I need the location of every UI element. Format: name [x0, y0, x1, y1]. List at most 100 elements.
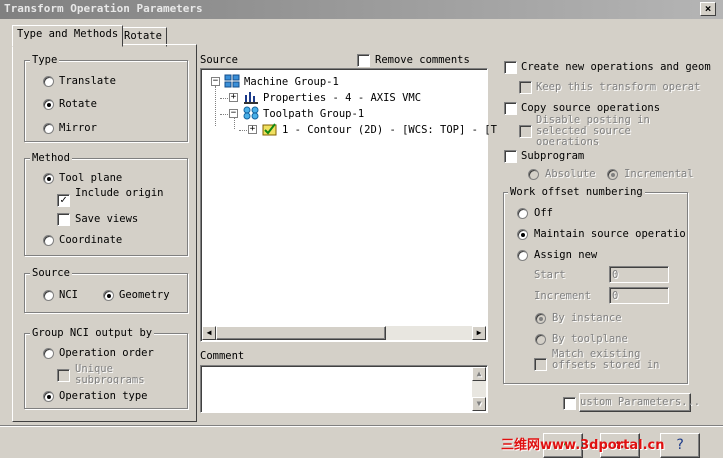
custom-parameters-checkbox[interactable]: [563, 397, 576, 410]
type-group-legend: Type: [30, 54, 60, 66]
tree-item-contour[interactable]: 1 - Contour (2D) - [WCS: TOP] - [T: [282, 124, 497, 136]
incremental-radio[interactable]: [607, 169, 618, 180]
by-instance-label: By instance: [552, 312, 622, 324]
create-new-operations-label: Create new operations and geom: [521, 61, 711, 73]
geometry-label: Geometry: [119, 289, 170, 301]
maintain-source-label: Maintain source operatio: [534, 228, 686, 240]
maintain-source-radio[interactable]: [517, 229, 528, 240]
tree-item-toolpath-group[interactable]: Toolpath Group-1: [263, 108, 364, 120]
translate-label: Translate: [59, 75, 116, 87]
checkmark-icon: ✓: [60, 193, 67, 206]
scroll-up-button[interactable]: ▲: [472, 367, 486, 381]
off-label: Off: [534, 207, 553, 219]
tool-plane-label: Tool plane: [59, 172, 123, 184]
collapse-toggle[interactable]: −: [229, 109, 238, 118]
properties-icon: [243, 90, 259, 104]
start-value: 0: [612, 269, 619, 281]
comment-label: Comment: [200, 350, 245, 362]
window-title: Transform Operation Parameters: [4, 2, 203, 15]
absolute-radio[interactable]: [528, 169, 539, 180]
machine-group-icon: [224, 74, 240, 88]
disable-posting-checkbox[interactable]: [519, 125, 532, 138]
include-origin-label: Include origin: [75, 188, 164, 199]
coordinate-label: Coordinate: [59, 234, 123, 246]
subprogram-checkbox[interactable]: [504, 150, 517, 163]
mirror-radio[interactable]: [43, 123, 54, 134]
match-existing-label: Match existing offsets stored in: [552, 349, 660, 371]
collapse-toggle[interactable]: −: [211, 77, 220, 86]
increment-input[interactable]: 0: [609, 287, 669, 304]
by-toolplane-label: By toolplane: [552, 333, 628, 345]
scroll-left-button[interactable]: ◀: [202, 326, 216, 340]
geometry-radio[interactable]: [103, 290, 114, 301]
operation-order-radio[interactable]: [43, 348, 54, 359]
toolpath-group-icon: [243, 106, 259, 120]
scroll-down-button[interactable]: ▼: [472, 397, 486, 411]
rotate-radio[interactable]: [43, 99, 54, 110]
scroll-right-button[interactable]: ▶: [472, 326, 486, 340]
operation-type-radio[interactable]: [43, 391, 54, 402]
rotate-label: Rotate: [59, 98, 97, 110]
unique-subprograms-label: Unique subprograms: [75, 364, 145, 384]
custom-parameters-label: ustom Parameters...: [580, 396, 701, 408]
tree-connector: [234, 117, 235, 129]
increment-label: Increment: [534, 290, 591, 302]
help-icon: ?: [675, 437, 685, 453]
contour-operation-icon: [262, 122, 278, 136]
bottom-separator: [0, 425, 723, 427]
subprogram-label: Subprogram: [521, 150, 585, 162]
source-group-legend: Source: [30, 267, 72, 279]
tab-label: Type and Methods: [17, 28, 119, 40]
comment-textarea[interactable]: ▲ ▼: [200, 365, 488, 413]
copy-source-operations-checkbox[interactable]: [504, 102, 517, 115]
keep-transform-checkbox[interactable]: [519, 81, 532, 94]
copy-source-operations-label: Copy source operations: [521, 102, 661, 114]
close-icon: ×: [704, 2, 712, 15]
include-origin-checkbox[interactable]: ✓: [57, 194, 70, 207]
save-views-checkbox[interactable]: [57, 213, 70, 226]
incremental-label: Incremental: [624, 168, 694, 180]
increment-value: 0: [612, 290, 619, 302]
custom-parameters-button[interactable]: ustom Parameters...: [579, 393, 700, 412]
unique-subprograms-checkbox[interactable]: [57, 369, 70, 382]
create-new-operations-checkbox[interactable]: [504, 61, 517, 74]
remove-comments-label: Remove comments: [375, 54, 470, 66]
by-toolplane-radio[interactable]: [535, 334, 546, 345]
off-radio[interactable]: [517, 208, 528, 219]
vertical-scrollbar[interactable]: ▲ ▼: [472, 367, 486, 411]
expand-toggle[interactable]: +: [248, 125, 257, 134]
remove-comments-checkbox[interactable]: [357, 54, 370, 67]
title-bar: Transform Operation Parameters: [0, 0, 723, 19]
coordinate-radio[interactable]: [43, 235, 54, 246]
operation-type-label: Operation type: [59, 390, 148, 402]
close-button[interactable]: ×: [700, 2, 716, 16]
tab-label: Rotate: [124, 30, 162, 42]
nci-label: NCI: [59, 289, 78, 301]
start-label: Start: [534, 269, 566, 281]
disable-posting-label: Disable posting in selected source opera…: [536, 115, 650, 145]
by-instance-radio[interactable]: [535, 313, 546, 324]
help-button[interactable]: ?: [660, 433, 700, 458]
save-views-label: Save views: [75, 213, 139, 225]
match-existing-checkbox[interactable]: [534, 358, 547, 371]
work-offset-legend: Work offset numbering: [508, 186, 645, 198]
assign-new-radio[interactable]: [517, 250, 528, 261]
tree-item-machine-group[interactable]: Machine Group-1: [244, 76, 339, 88]
translate-radio[interactable]: [43, 76, 54, 87]
source-tree[interactable]: − Machine Group-1 + Properties - 4 - AXI…: [200, 68, 497, 342]
expand-toggle[interactable]: +: [229, 93, 238, 102]
tool-plane-radio[interactable]: [43, 173, 54, 184]
operation-order-label: Operation order: [59, 347, 154, 359]
nci-radio[interactable]: [43, 290, 54, 301]
method-group-legend: Method: [30, 152, 72, 164]
watermark: 三维网www.3dportal.cn: [501, 438, 665, 453]
tree-item-properties[interactable]: Properties - 4 - AXIS VMC: [263, 92, 421, 104]
tab-type-and-methods[interactable]: Type and Methods: [12, 25, 124, 47]
tree-connector: [215, 86, 216, 126]
horizontal-scrollbar[interactable]: ◀ ▶: [202, 326, 486, 340]
source-panel-label: Source: [200, 54, 238, 66]
absolute-label: Absolute: [545, 168, 596, 180]
keep-transform-label: Keep this transform operat: [536, 81, 701, 93]
scrollbar-thumb[interactable]: [216, 326, 386, 340]
start-input[interactable]: 0: [609, 266, 669, 283]
